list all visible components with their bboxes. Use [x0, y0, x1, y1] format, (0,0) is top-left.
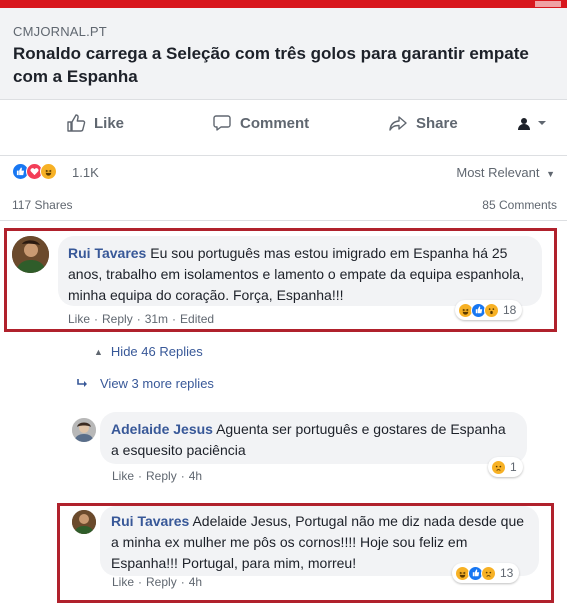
reaction-count[interactable]: 1.1K: [72, 165, 99, 180]
comment-bubble: Rui Tavares Eu sou português mas estou i…: [58, 236, 542, 306]
reply-reactions[interactable]: 1: [488, 457, 523, 477]
avatar[interactable]: [12, 236, 49, 273]
reaction-count: 13: [500, 566, 514, 580]
share-label: Share: [416, 114, 458, 132]
hide-replies-label: Hide 46 Replies: [110, 344, 203, 359]
comment-timestamp[interactable]: 31m: [145, 312, 168, 326]
article-headline[interactable]: Ronaldo carrega a Seleção com três golos…: [13, 42, 553, 88]
brand-logo-strip: [535, 1, 561, 7]
avatar[interactable]: [72, 510, 96, 534]
comment-button[interactable]: Comment: [212, 110, 309, 136]
comment-icon: [213, 115, 231, 131]
comment-sort-dropdown[interactable]: Most Relevant ▼: [456, 165, 555, 180]
comment-meta: Like · Reply · 31m · Edited: [68, 312, 215, 326]
reply-arrow-icon: [77, 378, 87, 387]
comment-reactions[interactable]: 18: [455, 300, 523, 320]
post-actions: Like Comment Share: [0, 110, 567, 138]
comment-text-block: Rui Tavares Eu sou português mas estou i…: [68, 243, 532, 306]
chevron-up-icon: ▲: [94, 346, 103, 357]
reply-meta: Like · Reply · 4h: [112, 469, 203, 483]
reaction-summary: 1.1K Most Relevant ▼: [0, 155, 567, 185]
reply-like-link[interactable]: Like: [112, 575, 134, 589]
like-button[interactable]: Like: [66, 110, 124, 136]
reply-timestamp[interactable]: 4h: [189, 575, 202, 589]
comments-count[interactable]: 85 Comments: [482, 198, 557, 212]
edited-label[interactable]: Edited: [180, 312, 214, 326]
reaction-count: 1: [510, 460, 517, 474]
reply-text-block: Adelaide Jesus Aguenta ser português e g…: [111, 419, 516, 461]
share-comment-counts: 117 Shares 85 Comments: [0, 196, 567, 216]
shares-count[interactable]: 117 Shares: [12, 198, 73, 212]
reply-meta: Like · Reply · 4h: [112, 575, 203, 589]
profile-photo-icon: [12, 236, 49, 273]
comment-reply-link[interactable]: Reply: [102, 312, 133, 326]
view-more-replies-link[interactable]: View 3 more replies: [76, 376, 214, 391]
share-arrow-icon: [389, 116, 407, 131]
sort-label: Most Relevant: [456, 165, 540, 180]
comment-like-link[interactable]: Like: [68, 312, 90, 326]
reply-author[interactable]: Adelaide Jesus: [111, 421, 213, 437]
reply-reactions[interactable]: 13: [452, 563, 520, 583]
audience-selector[interactable]: [516, 110, 556, 136]
reaction-icons[interactable]: [12, 163, 57, 180]
site-brand-bar: [0, 0, 567, 8]
like-label: Like: [94, 114, 125, 132]
wow-reaction-icon: [484, 302, 499, 318]
reply-reply-link[interactable]: Reply: [146, 575, 177, 589]
comment-author[interactable]: Rui Tavares: [68, 245, 146, 261]
haha-reaction-icon: [40, 163, 57, 180]
reaction-count: 18: [503, 303, 517, 317]
article-source: CMJORNAL.PT: [13, 24, 107, 39]
reply-bubble: Adelaide Jesus Aguenta ser português e g…: [100, 412, 527, 464]
sad-reaction-icon: [491, 459, 506, 475]
divider: [0, 220, 567, 221]
thumbs-up-icon: [67, 114, 86, 132]
reply-reply-link[interactable]: Reply: [146, 469, 177, 483]
sad-reaction-icon: [481, 565, 496, 581]
reply-author[interactable]: Rui Tavares: [111, 513, 189, 529]
share-button[interactable]: Share: [388, 110, 458, 136]
reply-like-link[interactable]: Like: [112, 469, 134, 483]
audience-dropdown-icon: [518, 118, 546, 130]
caret-down-icon: ▼: [546, 169, 555, 179]
view-more-label: View 3 more replies: [100, 376, 214, 391]
comment-label: Comment: [240, 114, 310, 132]
avatar[interactable]: [72, 418, 96, 442]
profile-photo-icon: [72, 510, 96, 534]
link-preview-card[interactable]: CMJORNAL.PT Ronaldo carrega a Seleção co…: [0, 8, 567, 100]
reply-timestamp[interactable]: 4h: [189, 469, 202, 483]
profile-photo-icon: [72, 418, 96, 442]
hide-replies-link[interactable]: ▲ Hide 46 Replies: [94, 344, 203, 359]
